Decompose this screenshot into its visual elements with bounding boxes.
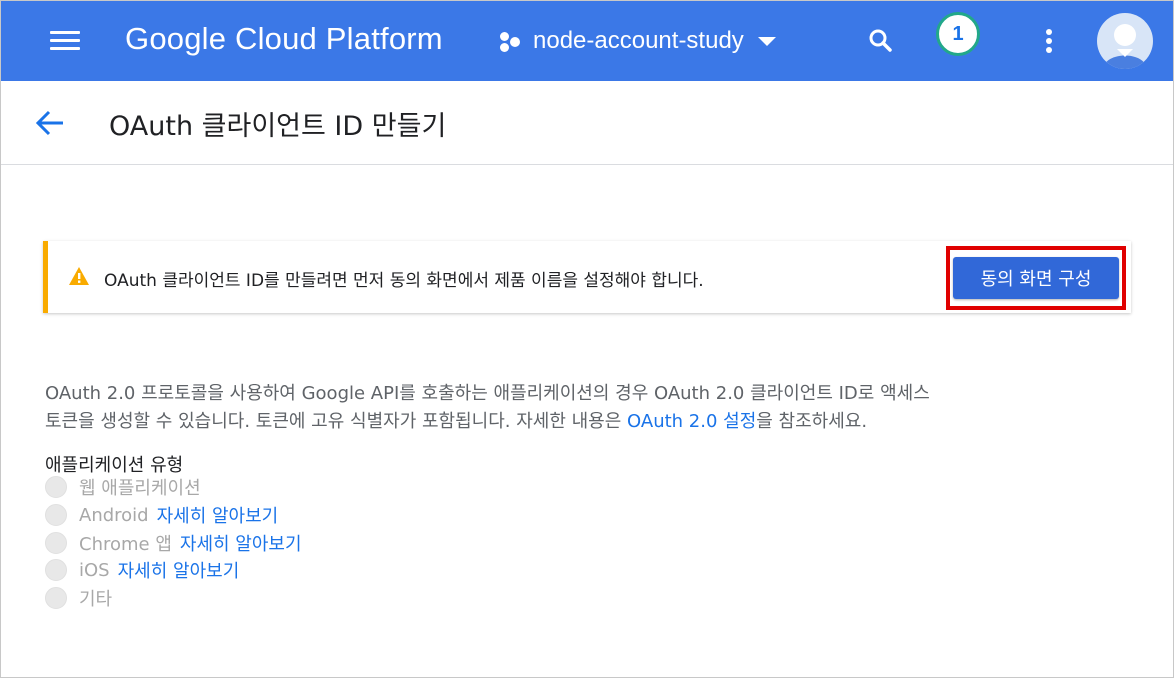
top-app-bar: Google Cloud Platform node-account-study…: [1, 1, 1173, 81]
description-line-2: 토큰을 생성할 수 있습니다. 토큰에 고유 식별자가 포함됩니다. 자세한 내…: [45, 407, 1145, 433]
project-icon: [497, 27, 525, 55]
project-selector[interactable]: node-account-study: [497, 23, 776, 59]
learn-more-link[interactable]: 자세히 알아보기: [157, 502, 279, 528]
more-vert-icon[interactable]: [1039, 26, 1059, 56]
back-arrow-icon[interactable]: [33, 108, 67, 138]
page-title: OAuth 클라이언트 ID 만들기: [109, 111, 447, 142]
description-line-1: OAuth 2.0 프로토콜을 사용하여 Google API를 호출하는 애플…: [45, 383, 930, 404]
radio-android[interactable]: Android 자세히 알아보기: [45, 503, 278, 527]
brand-title[interactable]: Google Cloud Platform: [125, 21, 443, 57]
avatar[interactable]: [1097, 13, 1153, 69]
description-text-suffix: 을 참조하세요.: [756, 411, 868, 432]
radio-button[interactable]: [45, 587, 67, 609]
warning-icon: [68, 266, 90, 286]
radio-ios[interactable]: iOS 자세히 알아보기: [45, 558, 239, 582]
banner-message: OAuth 클라이언트 ID를 만들려면 먼저 동의 화면에서 제품 이름을 설…: [104, 271, 704, 291]
radio-button[interactable]: [45, 559, 67, 581]
oauth-setup-link[interactable]: OAuth 2.0 설정: [627, 411, 756, 432]
app-window: Google Cloud Platform node-account-study…: [0, 0, 1174, 678]
learn-more-link[interactable]: 자세히 알아보기: [118, 557, 240, 583]
search-icon[interactable]: [865, 25, 897, 57]
notification-badge[interactable]: 1: [936, 12, 980, 56]
radio-button[interactable]: [45, 532, 67, 554]
radio-label: 기타: [79, 589, 113, 610]
radio-other[interactable]: 기타: [45, 586, 112, 610]
radio-button[interactable]: [45, 476, 67, 498]
radio-label: Android: [79, 504, 149, 526]
radio-button[interactable]: [45, 504, 67, 526]
radio-label: 웹 애플리케이션: [79, 478, 201, 499]
radio-chrome-app[interactable]: Chrome 앱 자세히 알아보기: [45, 531, 302, 555]
page-header: OAuth 클라이언트 ID 만들기: [1, 81, 1173, 165]
menu-icon[interactable]: [47, 28, 83, 54]
description-text: 토큰을 생성할 수 있습니다. 토큰에 고유 식별자가 포함됩니다. 자세한 내…: [45, 411, 628, 432]
project-name: node-account-study: [533, 27, 744, 54]
radio-label: iOS: [79, 559, 110, 581]
learn-more-link[interactable]: 자세히 알아보기: [180, 530, 302, 556]
configure-consent-screen-button[interactable]: 동의 화면 구성: [953, 257, 1119, 299]
caret-down-icon: [757, 36, 776, 46]
radio-label: Chrome 앱: [79, 534, 172, 555]
notification-count: 1: [952, 22, 964, 45]
radio-web-application[interactable]: 웹 애플리케이션: [45, 475, 201, 499]
